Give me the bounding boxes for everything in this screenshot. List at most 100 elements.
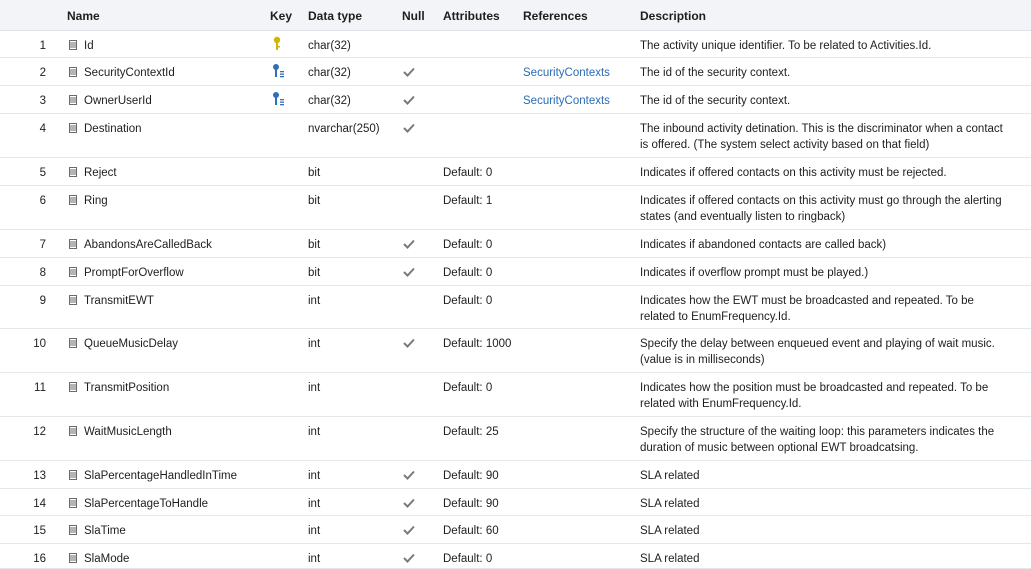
- description-text: Indicates if offered contacts on this ac…: [640, 167, 947, 179]
- nullable-check-icon: [403, 498, 415, 508]
- attributes-value: Default: 0: [443, 167, 493, 179]
- column-name[interactable]: SecurityContextId: [84, 65, 175, 81]
- column-name[interactable]: QueueMusicDelay: [84, 336, 178, 352]
- description-text: Indicates if abandoned contacts are call…: [640, 239, 887, 251]
- attributes-value: Default: 90: [443, 470, 499, 482]
- data-type: char(32): [308, 40, 351, 52]
- nullable-check-icon: [403, 525, 415, 535]
- row-number: 8: [39, 267, 46, 279]
- table-row[interactable]: 6 Ring bit Default: 1 Indicates if offered c…: [0, 185, 1031, 230]
- table-row[interactable]: 10 QueueMusicDelay int Default: 1000 Specify…: [0, 328, 1031, 373]
- column-icon: [69, 382, 77, 392]
- table-row[interactable]: 8 PromptForOverflow bit Default: 0 Indicates…: [0, 257, 1031, 286]
- header-data-type[interactable]: Data type: [308, 9, 362, 23]
- description-text: The id of the security context.: [640, 67, 791, 79]
- table-row[interactable]: 7 AbandonsAreCalledBack bit Default: 0 Indic…: [0, 229, 1031, 258]
- header-references[interactable]: References: [523, 9, 588, 23]
- header-description[interactable]: Description: [640, 9, 706, 23]
- nullable-check-icon: [403, 95, 415, 105]
- column-name[interactable]: WaitMusicLength: [84, 424, 172, 440]
- column-name[interactable]: SlaPercentageToHandle: [84, 496, 208, 512]
- row-number: 16: [33, 553, 46, 565]
- description-text: Specify the structure of the waiting loo…: [640, 426, 995, 454]
- column-name[interactable]: SlaPercentageHandledInTime: [84, 468, 237, 484]
- data-type: bit: [308, 195, 321, 207]
- row-number: 1: [39, 40, 46, 52]
- table-row[interactable]: 12 WaitMusicLength int Default: 25 Specify t…: [0, 416, 1031, 461]
- data-type: int: [308, 382, 321, 394]
- column-icon: [69, 267, 77, 277]
- header-key[interactable]: Key: [270, 9, 292, 23]
- column-name[interactable]: Id: [84, 38, 94, 54]
- table-row[interactable]: 13 SlaPercentageHandledInTime int Default: …: [0, 460, 1031, 489]
- table-row[interactable]: 3 OwnerUserId char(32) SecurityContexts The …: [0, 85, 1031, 114]
- attributes-value: Default: 0: [443, 553, 493, 565]
- data-type: char(32): [308, 67, 351, 79]
- data-type: int: [308, 525, 321, 537]
- foreign-key-icon: [273, 64, 284, 78]
- description-text: The inbound activity detination. This is…: [640, 123, 1003, 151]
- table-row[interactable]: 9 TransmitEWT int Default: 0 Indicates how t…: [0, 285, 1031, 329]
- table-row[interactable]: 5 Reject bit Default: 0 Indicates if offered…: [0, 157, 1031, 186]
- column-icon: [69, 67, 77, 77]
- header-name[interactable]: Name: [67, 9, 100, 23]
- attributes-value: Default: 90: [443, 498, 499, 510]
- attributes-value: Default: 1000: [443, 338, 512, 350]
- table-row[interactable]: 16 SlaMode int Default: 0 SLA related: [0, 543, 1031, 569]
- column-icon: [69, 525, 77, 535]
- column-name[interactable]: Ring: [84, 193, 108, 209]
- table-row[interactable]: 1 Id char(32) The activity unique identifie…: [0, 30, 1031, 58]
- column-name[interactable]: OwnerUserId: [84, 93, 152, 109]
- primary-key-icon: [273, 36, 281, 50]
- data-type: bit: [308, 167, 321, 179]
- table-row[interactable]: 15 SlaTime int Default: 60 SLA related: [0, 515, 1031, 544]
- row-number: 5: [39, 167, 46, 179]
- header-attributes[interactable]: Attributes: [443, 9, 500, 23]
- description-text: Indicates how the EWT must be broadcaste…: [640, 295, 974, 323]
- data-type: int: [308, 426, 321, 438]
- nullable-check-icon: [403, 470, 415, 480]
- column-icon: [69, 498, 77, 508]
- row-number: 10: [33, 338, 46, 350]
- column-icon: [69, 95, 77, 105]
- column-icon: [69, 426, 77, 436]
- description-text: Indicates if offered contacts on this ac…: [640, 195, 1002, 223]
- description-text: The id of the security context.: [640, 95, 791, 107]
- description-text: SLA related: [640, 470, 700, 482]
- description-text: The activity unique identifier. To be re…: [640, 40, 932, 52]
- data-type: bit: [308, 239, 321, 251]
- header-null[interactable]: Null: [402, 9, 425, 23]
- column-icon: [69, 239, 77, 249]
- table-row[interactable]: 2 SecurityContextId char(32) SecurityContex…: [0, 57, 1031, 86]
- column-icon: [69, 295, 77, 305]
- column-icon: [69, 470, 77, 480]
- attributes-value: Default: 0: [443, 382, 493, 394]
- table-row[interactable]: 11 TransmitPosition int Default: 0 Indicates…: [0, 372, 1031, 417]
- data-type: int: [308, 295, 321, 307]
- attributes-value: Default: 0: [443, 239, 493, 251]
- reference-link[interactable]: SecurityContexts: [523, 65, 610, 81]
- data-type: int: [308, 338, 321, 350]
- attributes-value: Default: 0: [443, 295, 493, 307]
- column-name[interactable]: TransmitPosition: [84, 380, 169, 396]
- table-row[interactable]: 4 Destination nvarchar(250) The inbound act…: [0, 113, 1031, 158]
- data-type: int: [308, 553, 321, 565]
- column-icon: [69, 338, 77, 348]
- row-number: 13: [33, 470, 46, 482]
- column-name[interactable]: TransmitEWT: [84, 293, 154, 309]
- data-type: int: [308, 470, 321, 482]
- data-type: int: [308, 498, 321, 510]
- column-name[interactable]: PromptForOverflow: [84, 265, 184, 281]
- table-row[interactable]: 14 SlaPercentageToHandle int Default: 90 SLA…: [0, 488, 1031, 516]
- nullable-check-icon: [403, 267, 415, 277]
- column-name[interactable]: Reject: [84, 165, 117, 181]
- reference-link[interactable]: SecurityContexts: [523, 93, 610, 109]
- nullable-check-icon: [403, 67, 415, 77]
- column-name[interactable]: SlaMode: [84, 551, 129, 567]
- row-number: 7: [39, 239, 46, 251]
- column-name[interactable]: AbandonsAreCalledBack: [84, 237, 212, 253]
- description-text: SLA related: [640, 553, 700, 565]
- column-name[interactable]: SlaTime: [84, 523, 126, 539]
- column-name[interactable]: Destination: [84, 121, 142, 137]
- row-number: 15: [33, 525, 46, 537]
